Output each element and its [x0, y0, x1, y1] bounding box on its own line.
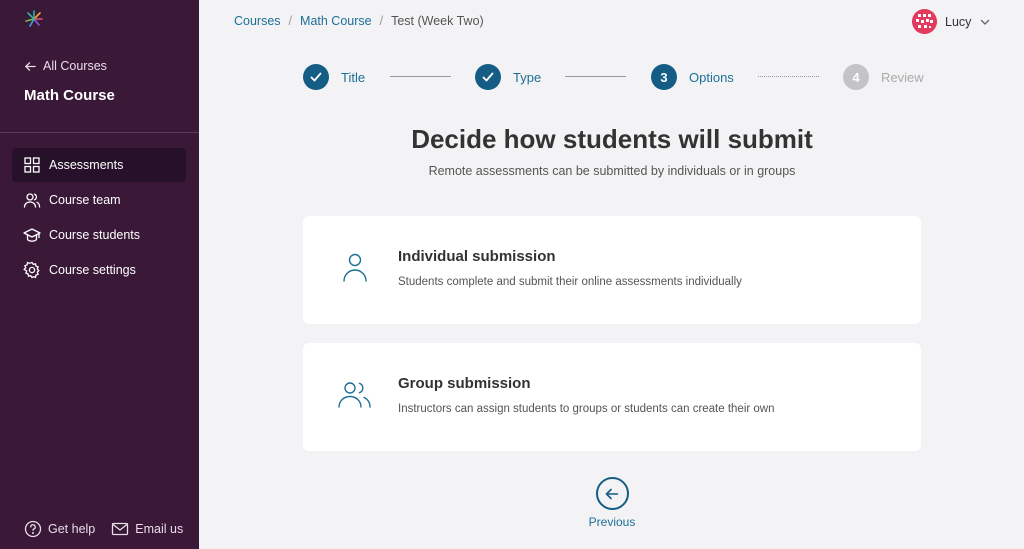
step-title[interactable]: Title [303, 64, 365, 90]
previous-circle [595, 477, 629, 510]
step-check-icon [303, 64, 329, 90]
all-courses-label: All Courses [43, 59, 107, 73]
breadcrumb-math-course[interactable]: Math Course [300, 14, 372, 28]
email-us-label: Email us [135, 522, 184, 536]
app-logo-icon[interactable] [24, 9, 44, 29]
sidebar-item-label: Course students [49, 228, 141, 242]
progress-stepper: Title Type 3 Options 4 Review [303, 64, 924, 90]
sidebar-item-label: Course team [49, 193, 121, 207]
course-title: Math Course [24, 87, 115, 104]
email-us-link[interactable]: Email us [111, 520, 183, 538]
breadcrumb-separator: / [379, 14, 384, 28]
chevron-down-icon [981, 19, 990, 25]
step-type[interactable]: Type [475, 64, 541, 90]
step-options[interactable]: 3 Options [651, 64, 734, 90]
person-icon [343, 253, 367, 282]
previous-button[interactable]: Previous [578, 477, 646, 529]
gear-icon [23, 261, 40, 279]
step-label: Options [689, 69, 734, 85]
grid-icon [24, 157, 40, 173]
step-number: 3 [651, 64, 677, 90]
individual-submission-card[interactable]: Individual submission Students complete … [303, 216, 921, 324]
breadcrumb-separator: / [288, 14, 293, 28]
previous-label: Previous [588, 515, 636, 529]
step-label: Title [341, 69, 366, 85]
sidebar-item-label: Assessments [49, 158, 124, 172]
step-connector [390, 76, 451, 77]
step-review[interactable]: 4 Review [843, 64, 924, 90]
sidebar-item-course-students[interactable]: Course students [12, 218, 186, 252]
page-subtitle: Remote assessments can be submitted by i… [428, 164, 796, 178]
all-courses-link[interactable]: All Courses [24, 59, 107, 73]
sidebar-item-assessments[interactable]: Assessments [12, 148, 186, 182]
step-connector [758, 76, 819, 77]
avatar [912, 9, 937, 34]
breadcrumb-current: Test (Week Two) [391, 14, 484, 28]
team-icon [23, 193, 41, 208]
page-title: Decide how students will submit [411, 124, 813, 154]
sidebar-item-course-team[interactable]: Course team [12, 183, 186, 217]
option-title: Individual submission [398, 248, 556, 265]
step-check-icon [475, 64, 501, 90]
step-connector [565, 76, 626, 77]
mail-icon [112, 522, 129, 536]
graduation-cap-icon [23, 228, 41, 242]
option-title: Group submission [398, 375, 531, 392]
user-name: Lucy [945, 14, 972, 29]
sidebar: All Courses Math Course Assessments Cour… [0, 0, 199, 549]
user-menu[interactable]: Lucy [912, 9, 991, 34]
get-help-label: Get help [48, 522, 96, 536]
help-icon [24, 520, 42, 538]
sidebar-item-label: Course settings [49, 263, 136, 277]
sidebar-footer: Get help Email us [24, 520, 183, 538]
group-icon [338, 382, 371, 408]
breadcrumb-courses[interactable]: Courses [234, 14, 281, 28]
step-label: Type [513, 69, 542, 85]
group-submission-card[interactable]: Group submission Instructors can assign … [303, 343, 921, 451]
option-description: Students complete and submit their onlin… [398, 276, 742, 288]
sidebar-divider [0, 132, 199, 133]
step-label: Review [881, 69, 924, 85]
breadcrumb: Courses / Math Course / Test (Week Two) [234, 14, 484, 28]
sidebar-item-course-settings[interactable]: Course settings [12, 253, 186, 287]
step-number: 4 [843, 64, 869, 90]
get-help-link[interactable]: Get help [24, 520, 95, 538]
sidebar-nav: Assessments Course team Course students … [12, 148, 186, 288]
arrow-left-icon [25, 61, 36, 71]
option-description: Instructors can assign students to group… [398, 403, 775, 415]
arrow-left-icon [605, 488, 619, 499]
